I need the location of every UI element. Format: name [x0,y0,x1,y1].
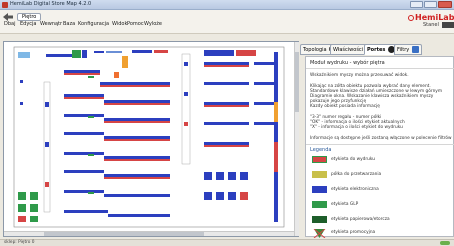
side-tabs: Topologia Właściwości Portes Filtry [300,42,454,56]
panel-heading: Moduł wydruku - wybór piętra [310,60,385,66]
electronic-label-swatch [312,186,327,193]
shelf-swatch [312,171,327,178]
hemilab-app-icon [2,2,8,8]
minimize-icon[interactable] [410,1,423,8]
legend-title: Legenda [310,147,332,153]
window-title: HemiLab Digital Store Map 4.2.0 [10,1,92,7]
paper-label-swatch [312,216,327,223]
status-bar: sklep: Piętro 0 [0,239,454,246]
divider [306,68,454,69]
legend-item: etykieta promocyjna [310,229,454,238]
promo-label-icon [313,229,326,238]
tab-portes[interactable]: Portes [364,44,399,55]
menu-bar: Dbaj Edycja Wewnątr Baza Konfiguracja Wi… [0,20,454,28]
scroll-thumb[interactable] [44,232,204,236]
close-icon[interactable] [438,1,452,8]
menu-item[interactable]: Baza [63,20,75,28]
legend: Legenda etykieta do wydruku półka do prz… [310,147,454,238]
store-map-canvas[interactable] [4,42,294,231]
properties-panel: Moduł wydruku - wybór piętra Wskaźnikiem… [305,56,454,238]
divider [306,144,454,145]
tab-filters[interactable]: Filtry [394,44,422,55]
menu-item[interactable]: Pomoc [127,20,144,28]
legend-item: etykieta do wydruku [310,156,454,164]
filter-icon [411,46,419,53]
menu-item[interactable]: Widok [112,20,127,28]
legend-item: etykieta GLP [310,201,454,209]
printer-icon[interactable] [442,22,454,28]
status-corner-label: Stanel [423,22,439,28]
scroll-thumb[interactable] [295,52,299,112]
print-label-swatch [312,156,327,163]
menu-item[interactable]: Konfiguracja [78,20,109,28]
hemilab-logo: HemiLab [408,13,454,22]
menu-item[interactable]: Dbaj [4,20,15,28]
legend-item: etykieta elektroniczna [310,186,454,194]
app-window: HemiLab Digital Store Map 4.2.0 Piętro D… [0,0,454,246]
legend-item: półka do przetwarzania [310,171,454,179]
horizontal-scrollbar[interactable] [4,231,294,236]
help-line: Kazdy obiekt posiada informację [310,104,380,109]
menu-item[interactable]: Wyloże [144,20,162,28]
maximize-icon[interactable] [424,1,437,8]
menu-item[interactable]: Wewnątr [40,20,62,28]
menu-item[interactable]: Edycja [20,20,37,28]
legend-item: etykieta papierowa/etorcza [310,216,454,224]
glp-label-swatch [312,201,327,208]
status-text: sklep: Piętro 0 [4,240,35,245]
status-indicator [440,241,450,245]
store-map-panel[interactable] [3,41,299,237]
help-line: Wskaźnikiem myszy można przesuwać widok. [310,73,409,78]
help-line: "X" - informacja o ilości etykiet do wyd… [310,125,403,130]
title-bar: HemiLab Digital Store Map 4.2.0 [0,0,454,10]
vertical-scrollbar[interactable] [294,42,299,236]
help-line: Informacje są dostępne jeśli zostaną włą… [310,136,452,141]
